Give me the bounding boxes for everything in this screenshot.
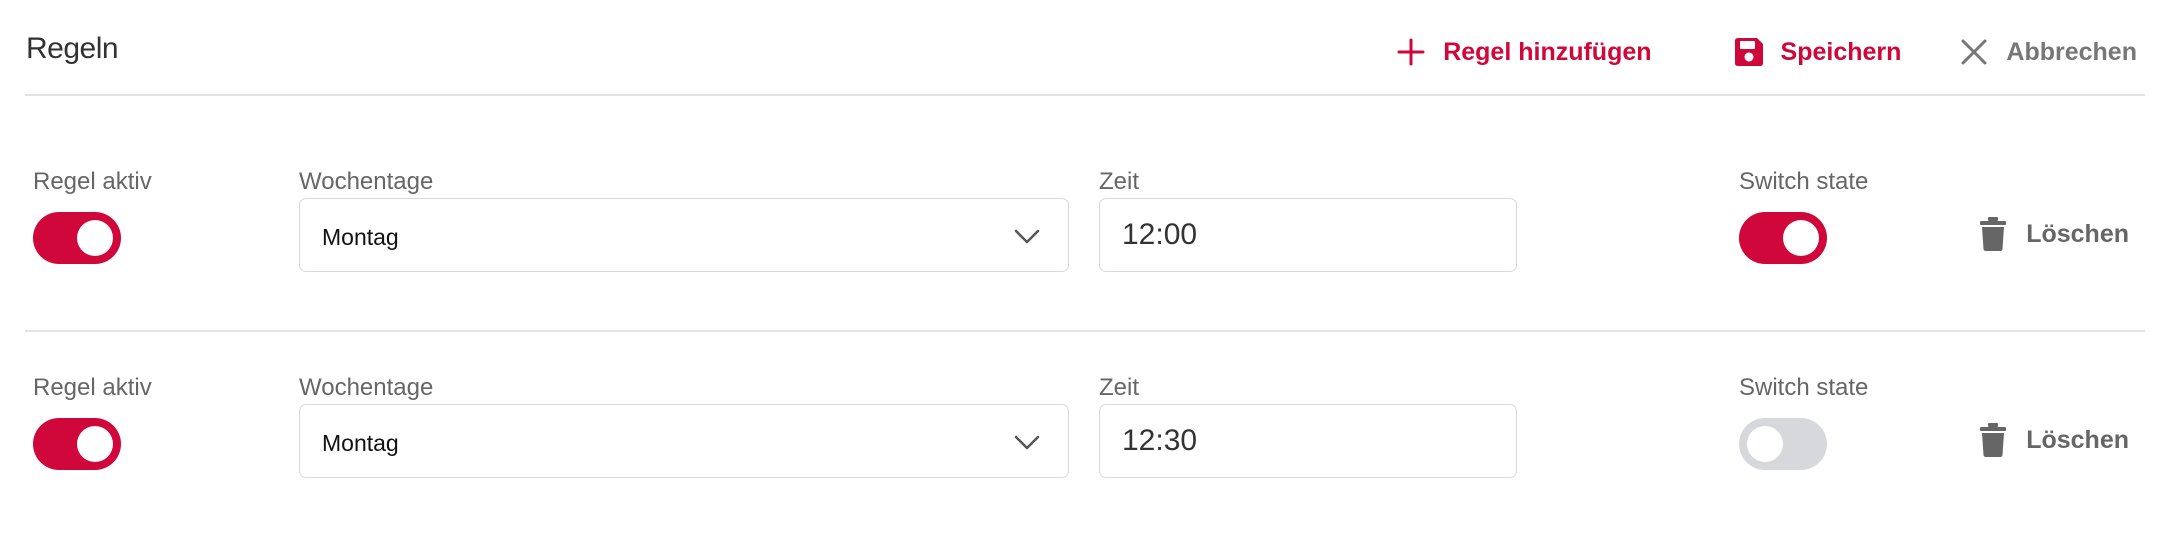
save-label: Speichern <box>1780 37 1902 66</box>
switch-state-label: Switch state <box>1739 168 1869 195</box>
rule-active-toggle[interactable] <box>33 418 121 470</box>
chevron-down-icon <box>1012 427 1042 457</box>
time-input[interactable] <box>1099 198 1517 272</box>
toggle-knob <box>77 426 113 462</box>
cancel-label: Abbrechen <box>2006 37 2137 66</box>
rule-active-label: Regel aktiv <box>33 168 152 195</box>
switch-state-label: Switch state <box>1739 374 1869 401</box>
add-rule-button[interactable]: Regel hinzufügen <box>1394 35 1652 69</box>
rule-active-label: Regel aktiv <box>33 374 152 401</box>
cancel-button[interactable]: Abbrechen <box>1957 35 2137 69</box>
plus-icon <box>1394 35 1428 69</box>
chevron-down-icon <box>1012 221 1042 251</box>
delete-label: Löschen <box>2026 219 2129 248</box>
toggle-knob <box>77 220 113 256</box>
trash-icon <box>1978 422 2008 458</box>
rule-row: Regel aktiv Wochentage Montag Zeit Switc… <box>25 132 2145 332</box>
header-actions: Regel hinzufügen Speichern Abbrechen <box>1394 30 2137 74</box>
add-rule-label: Regel hinzufügen <box>1443 37 1652 66</box>
save-button[interactable]: Speichern <box>1732 35 1902 69</box>
toggle-knob <box>1783 220 1819 256</box>
rules-panel: Regeln Regel hinzufügen Speichern Abbrec… <box>0 0 2168 542</box>
switch-state-toggle[interactable] <box>1739 418 1827 470</box>
time-label: Zeit <box>1099 168 1140 195</box>
delete-rule-button[interactable]: Löschen <box>1978 216 2129 252</box>
rule-row: Regel aktiv Wochentage Montag Zeit Switc… <box>25 338 2145 538</box>
switch-state-toggle[interactable] <box>1739 212 1827 264</box>
weekday-select-value: Montag <box>322 430 399 456</box>
toggle-knob <box>1747 426 1783 462</box>
time-input[interactable] <box>1099 404 1517 478</box>
delete-label: Löschen <box>2026 425 2129 454</box>
rules-header: Regeln Regel hinzufügen Speichern Abbrec… <box>25 0 2145 96</box>
weekday-select-value: Montag <box>322 224 399 250</box>
rule-active-toggle[interactable] <box>33 212 121 264</box>
trash-icon <box>1978 216 2008 252</box>
weekday-select[interactable]: Montag <box>299 198 1069 272</box>
weekdays-label: Wochentage <box>299 168 434 195</box>
delete-rule-button[interactable]: Löschen <box>1978 422 2129 458</box>
page-title: Regeln <box>26 32 119 65</box>
weekday-select[interactable]: Montag <box>299 404 1069 478</box>
time-label: Zeit <box>1099 374 1140 401</box>
weekdays-label: Wochentage <box>299 374 434 401</box>
floppy-disk-icon <box>1732 35 1766 69</box>
close-icon <box>1957 35 1991 69</box>
